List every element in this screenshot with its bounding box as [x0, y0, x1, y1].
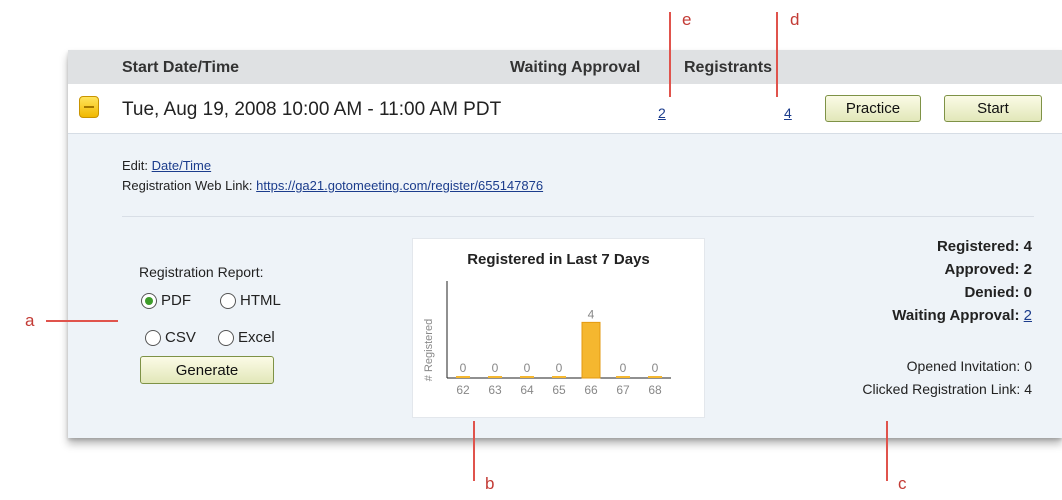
- registration-report-label: Registration Report:: [139, 264, 264, 280]
- chart-data-label: 0: [556, 361, 563, 375]
- chart-bar: [456, 376, 470, 378]
- callout-a-line: [46, 320, 118, 322]
- chart-bar: [552, 376, 566, 378]
- radio-csv[interactable]: CSV: [145, 329, 196, 346]
- chart-bar: [648, 376, 662, 378]
- chart-data-label: 0: [524, 361, 531, 375]
- chart-x-tick-label: 65: [552, 383, 566, 397]
- radio-pdf-indicator[interactable]: [141, 292, 157, 309]
- stat-approved-label: Approved:: [944, 261, 1020, 278]
- callout-d: d: [790, 10, 800, 29]
- callout-b-line: [473, 421, 475, 481]
- divider: [122, 216, 1034, 217]
- calendar-icon[interactable]: [79, 96, 99, 118]
- stat-waiting-approval: Waiting Approval: 2: [892, 307, 1032, 324]
- practice-button[interactable]: Practice: [825, 95, 921, 122]
- stat-waiting-label: Waiting Approval:: [892, 307, 1020, 324]
- stat-waiting-link[interactable]: 2: [1024, 307, 1032, 324]
- waiting-approval-header: Waiting Approval: [510, 59, 641, 76]
- stat-registered-value: 4: [1023, 238, 1032, 255]
- callout-b: b: [485, 474, 495, 493]
- edit-datetime-link[interactable]: Date/Time: [152, 158, 211, 173]
- radio-pdf[interactable]: PDF: [141, 292, 191, 309]
- chart-bar: [488, 376, 502, 378]
- callout-c: c: [898, 474, 907, 493]
- stat-opened-label: Opened Invitation:: [906, 358, 1021, 374]
- stat-denied-value: 0: [1023, 284, 1032, 301]
- stat-clicked-link: Clicked Registration Link: 4: [862, 381, 1032, 397]
- radio-html-indicator[interactable]: [220, 292, 236, 309]
- callout-e-line: [669, 12, 671, 97]
- chart-data-label: 0: [620, 361, 627, 375]
- generate-button[interactable]: Generate: [140, 356, 274, 384]
- chart-bar: [520, 376, 534, 378]
- registration-link-row: Registration Web Link: https://ga21.goto…: [122, 178, 543, 193]
- stat-denied-label: Denied:: [964, 284, 1020, 301]
- stat-denied: Denied: 0: [964, 284, 1032, 301]
- radio-csv-label: CSV: [165, 329, 196, 346]
- radio-excel-indicator[interactable]: [218, 329, 234, 346]
- chart-data-label: 0: [460, 361, 467, 375]
- chart-x-tick-label: 68: [648, 383, 662, 397]
- chart-x-tick-label: 63: [488, 383, 502, 397]
- chart-data-label: 0: [652, 361, 659, 375]
- registrants-header: Registrants: [684, 59, 773, 76]
- registered-bar-chart: 0 62 0 63 0 64 0 65 4 66 0 67 0 68: [446, 281, 671, 397]
- registration-web-link[interactable]: https://ga21.gotomeeting.com/register/65…: [256, 178, 543, 193]
- chart-bar: [616, 376, 630, 378]
- chart-data-label: 4: [588, 307, 595, 321]
- session-datetime: Tue, Aug 19, 2008 10:00 AM - 11:00 AM PD…: [122, 99, 502, 120]
- stat-opened-value: 0: [1024, 358, 1032, 374]
- callout-a: a: [25, 311, 35, 330]
- stat-approved-value: 2: [1023, 261, 1032, 278]
- radio-html-label: HTML: [240, 292, 281, 309]
- radio-excel-label: Excel: [238, 329, 275, 346]
- registered-chart-panel: Registered in Last 7 Days # Registered 0…: [412, 238, 705, 418]
- stat-opened-invitation: Opened Invitation: 0: [907, 358, 1032, 374]
- chart-x-tick-label: 62: [456, 383, 470, 397]
- session-card: Start Date/Time Waiting Approval Registr…: [68, 50, 1062, 438]
- callout-c-line: [886, 421, 888, 481]
- stat-approved: Approved: 2: [944, 261, 1032, 278]
- stat-registered: Registered: 4: [937, 238, 1032, 255]
- stat-clicked-value: 4: [1024, 381, 1032, 397]
- radio-html[interactable]: HTML: [220, 292, 281, 309]
- start-datetime-header: Start Date/Time: [122, 59, 240, 76]
- radio-excel[interactable]: Excel: [218, 329, 275, 346]
- chart-data-label: 0: [492, 361, 499, 375]
- registration-link-prefix: Registration Web Link:: [122, 178, 253, 193]
- edit-row: Edit: Date/Time: [122, 158, 211, 173]
- callout-d-line: [776, 12, 778, 97]
- stat-clicked-label: Clicked Registration Link:: [862, 381, 1021, 397]
- callout-e: e: [682, 10, 692, 29]
- chart-x-tick-label: 66: [584, 383, 598, 397]
- radio-pdf-label: PDF: [161, 292, 191, 309]
- registrants-link[interactable]: 4: [784, 105, 792, 121]
- start-button[interactable]: Start: [944, 95, 1042, 122]
- stat-registered-label: Registered:: [936, 238, 1020, 255]
- chart-x-tick-label: 64: [520, 383, 534, 397]
- session-row: Tue, Aug 19, 2008 10:00 AM - 11:00 AM PD…: [68, 84, 1062, 134]
- table-header: Start Date/Time Waiting Approval Registr…: [68, 50, 1062, 84]
- radio-csv-indicator[interactable]: [145, 329, 161, 346]
- edit-prefix: Edit:: [122, 158, 149, 173]
- waiting-approval-link[interactable]: 2: [658, 105, 666, 121]
- chart-bar: [581, 321, 601, 379]
- chart-x-tick-label: 67: [616, 383, 630, 397]
